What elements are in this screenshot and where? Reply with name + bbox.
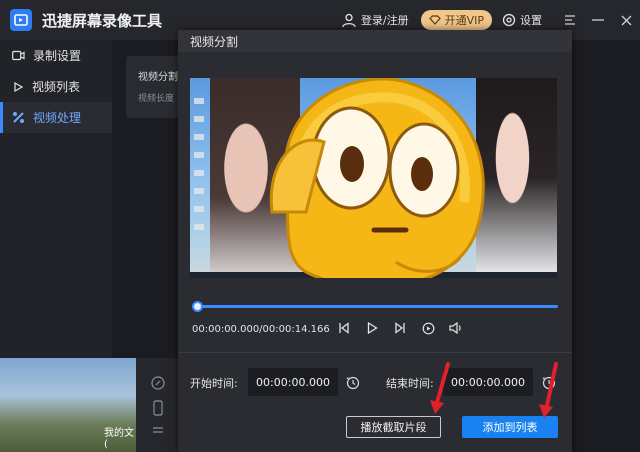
start-time-label: 开始时间:	[190, 377, 238, 390]
link-icon[interactable]	[151, 376, 165, 390]
skip-back-icon	[339, 322, 349, 334]
play-clip-button[interactable]: 播放截取片段	[346, 416, 441, 438]
start-time-input[interactable]: 00:00:00.000	[248, 368, 338, 396]
app-title: 迅捷屏幕录像工具	[42, 11, 163, 30]
thumbnail-actions	[136, 358, 180, 452]
video-split-card[interactable]: 视频分割 视频长度	[126, 56, 186, 118]
more-icon[interactable]	[152, 426, 164, 436]
sidebar-item-video-list[interactable]: 视频列表	[0, 71, 112, 102]
phone-icon[interactable]	[153, 400, 163, 416]
vip-button[interactable]: 开通VIP	[420, 10, 492, 30]
sidebar-item-label: 录制设置	[33, 49, 82, 63]
video-preview[interactable]	[190, 78, 557, 278]
close-button[interactable]	[612, 0, 640, 40]
volume-icon	[449, 322, 461, 334]
thumbnail-caption: 我的文(	[104, 428, 134, 450]
timecode: 00:00:00.000/00:00:14.166	[192, 324, 330, 335]
login-label: 登录/注册	[360, 14, 409, 27]
play-icon	[367, 322, 378, 334]
record-settings-icon	[12, 50, 25, 61]
end-time-input[interactable]: 00:00:00.000	[443, 368, 533, 396]
video-split-dialog: 视频分割 00:00:00.000/00:00:14.166 开始时间: 00:…	[178, 30, 572, 452]
settings-label: 设置	[520, 14, 542, 27]
replay-button[interactable]	[420, 320, 436, 336]
video-thumbnail[interactable]: 我的文(	[0, 358, 136, 452]
red-arrow-annotation-1	[430, 362, 450, 414]
diamond-icon	[428, 15, 441, 25]
app-logo-icon	[10, 9, 32, 31]
end-time-label: 结束时间:	[386, 377, 434, 390]
hamburger-icon	[565, 15, 575, 25]
volume-button[interactable]	[448, 320, 464, 336]
user-icon	[342, 13, 356, 28]
skip-forward-icon	[395, 322, 405, 334]
dialog-divider	[178, 352, 572, 353]
play-button[interactable]	[364, 320, 380, 336]
close-icon	[621, 15, 631, 25]
video-list-icon	[14, 81, 24, 92]
playback-controls	[336, 320, 464, 336]
previous-frame-button[interactable]	[336, 320, 352, 336]
minimize-icon	[592, 19, 604, 21]
minimize-button[interactable]	[584, 0, 612, 40]
sidebar-item-video-process[interactable]: 视频处理	[0, 102, 112, 133]
start-time-clock-icon[interactable]	[346, 376, 360, 390]
sidebar-item-label: 视频列表	[32, 80, 81, 94]
desktop-icons	[194, 98, 204, 238]
next-frame-button[interactable]	[392, 320, 408, 336]
vip-label: 开通VIP	[444, 14, 484, 27]
dialog-title: 视频分割	[178, 30, 572, 52]
sidebar-item-label: 视频处理	[33, 111, 82, 125]
sidebar-item-record-settings[interactable]: 录制设置	[0, 40, 112, 71]
right-panel-background	[572, 40, 640, 452]
app-window: 迅捷屏幕录像工具 登录/注册 开通VIP 设置 录制设置 视频列表 视频处理 视…	[0, 0, 640, 452]
replay-icon	[422, 322, 434, 334]
seek-bar[interactable]	[192, 305, 558, 308]
seek-handle[interactable]	[192, 301, 203, 312]
gear-icon	[502, 13, 516, 27]
login-button[interactable]: 登录/注册	[341, 12, 409, 28]
video-process-icon	[13, 112, 24, 123]
settings-button[interactable]: 设置	[502, 12, 542, 28]
red-arrow-annotation-2	[539, 362, 558, 418]
shocked-emoji-icon	[269, 78, 485, 278]
